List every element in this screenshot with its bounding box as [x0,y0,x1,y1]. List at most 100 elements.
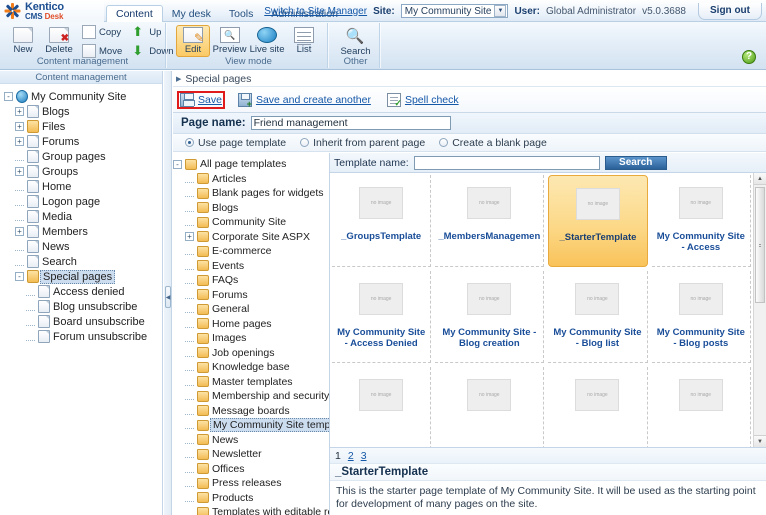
site-select[interactable]: My Community Site ▼ [400,4,509,18]
template-grid-item[interactable]: no image [435,367,545,447]
content-tree-item[interactable]: Group pages [4,149,162,164]
content-tree-item[interactable]: Logon page [4,194,162,209]
content-tree-item[interactable]: Board unsubscribe [4,314,162,329]
template-category-item[interactable]: Images [173,331,329,346]
delete-button[interactable]: ✖ Delete [42,25,76,57]
new-button[interactable]: New [6,25,40,57]
pagination-page-3[interactable]: 3 [361,450,367,462]
content-tree-item[interactable]: + Forums [4,134,162,149]
template-category-item[interactable]: Press releases [173,476,329,491]
preview-button[interactable]: Preview [212,25,247,57]
pane-splitter[interactable]: ◀ [164,71,172,515]
template-category-item[interactable]: Templates with editable regio [173,505,329,515]
template-category-item[interactable]: Products [173,491,329,506]
template-category-item[interactable]: Membership and security [173,389,329,404]
content-tree-item[interactable]: Home [4,179,162,194]
template-grid-item[interactable]: no image My Community Site - Access Denie… [332,271,432,363]
template-category-item[interactable]: Articles [173,172,329,187]
template-grid-item[interactable]: no image [332,367,432,447]
template-category-item[interactable]: Home pages [173,317,329,332]
template-name-input[interactable] [413,155,600,170]
template-grid-item[interactable]: no image [652,367,751,447]
content-tree-item[interactable]: Forum unsubscribe [4,329,162,344]
content-tree-item[interactable]: Media [4,209,162,224]
template-category-item[interactable]: General [173,302,329,317]
tab-my-desk[interactable]: My desk [163,5,220,22]
template-category-item[interactable]: Knowledge base [173,360,329,375]
scroll-down-arrow-icon[interactable]: ▼ [754,435,766,447]
content-tree-item[interactable]: News [4,239,162,254]
expand-icon[interactable]: + [15,107,24,116]
expand-icon[interactable]: + [15,167,24,176]
scroll-up-arrow-icon[interactable]: ▲ [754,173,766,185]
content-tree-item[interactable]: + Members [4,224,162,239]
search-button[interactable]: Search [338,25,373,57]
tree-connector [185,247,194,256]
template-category-item[interactable]: Message boards [173,404,329,419]
template-grid-item[interactable]: no image My Community Site - Blog list [548,271,648,363]
content-tree-item[interactable]: + Files [4,119,162,134]
tree-connector [185,305,194,314]
template-grid-item[interactable]: no image My Community Site - Blog posts [651,271,751,363]
template-category-item[interactable]: Master templates [173,375,329,390]
template-grid-item[interactable]: no image My Community Site - Access [651,175,751,267]
template-category-item[interactable]: Community Site [173,215,329,230]
scrollbar-thumb[interactable] [755,187,765,303]
radio-create-blank-page[interactable]: Create a blank page [439,137,547,149]
save-and-create-another-button[interactable]: Save and create another [235,91,374,109]
template-category-item[interactable]: Newsletter [173,447,329,462]
template-category-item[interactable]: Events [173,259,329,274]
template-category-item[interactable]: E-commerce [173,244,329,259]
list-button[interactable]: List [287,25,321,57]
content-tree-item-label: Home [42,180,72,193]
template-grid-item[interactable]: no image _MembersManagemen [435,175,545,267]
template-category-item[interactable]: - All page templates [173,157,329,172]
template-grid-item[interactable]: no image _StarterTemplate [548,175,648,267]
template-search-button[interactable]: Search [604,155,667,170]
save-button[interactable]: Save [177,90,225,109]
template-category-item[interactable]: FAQs [173,273,329,288]
template-grid-item[interactable]: no image [548,367,648,447]
sign-out-button[interactable]: Sign out [698,2,762,20]
template-category-item[interactable]: + Corporate Site ASPX [173,230,329,245]
radio-use-page-template[interactable]: Use page template [185,137,286,149]
edit-button[interactable]: Edit [176,25,210,57]
template-grid-scrollbar[interactable]: ▲ ▼ [753,173,766,447]
collapse-icon[interactable]: - [4,92,13,101]
template-category-item[interactable]: Offices [173,462,329,477]
template-category-item[interactable]: Blank pages for widgets [173,186,329,201]
template-category-item[interactable]: News [173,433,329,448]
switch-to-site-manager-link[interactable]: Switch to Site Manager [264,6,367,17]
content-tree-item[interactable]: + Groups [4,164,162,179]
content-tree-item[interactable]: Blog unsubscribe [4,299,162,314]
folder-icon [197,376,209,388]
copy-button[interactable]: Copy [78,23,126,41]
expand-icon[interactable]: + [15,137,24,146]
help-icon[interactable]: ? [742,50,756,64]
content-tree-item[interactable]: Search [4,254,162,269]
spell-check-button[interactable]: Spell check [384,91,462,109]
content-tree-item[interactable]: + Blogs [4,104,162,119]
content-tree-item[interactable]: - My Community Site [4,89,162,104]
collapse-icon[interactable]: - [15,272,24,281]
template-grid-item[interactable]: no image _GroupsTemplate [332,175,432,267]
template-category-item[interactable]: Blogs [173,201,329,216]
template-category-item[interactable]: My Community Site templates [173,418,329,433]
pagination-page-2[interactable]: 2 [348,450,354,462]
template-grid-item[interactable]: no image My Community Site - Blog creatio… [435,271,545,363]
live-site-button[interactable]: Live site [249,25,285,57]
content-tree-item[interactable]: Access denied [4,284,162,299]
template-category-item[interactable]: Forums [173,288,329,303]
expand-icon[interactable]: + [15,122,24,131]
splitter-handle[interactable]: ◀ [165,286,171,308]
tab-content[interactable]: Content [106,5,163,22]
content-tree-item[interactable]: - Special pages [4,269,162,284]
collapse-icon[interactable]: - [173,159,182,169]
template-category-item[interactable]: Job openings [173,346,329,361]
expand-icon[interactable]: + [15,227,24,236]
tab-tools[interactable]: Tools [220,5,263,22]
radio-inherit-from-parent[interactable]: Inherit from parent page [300,137,425,149]
expand-icon[interactable]: + [185,232,194,242]
page-name-input[interactable] [250,116,451,130]
folder-icon [197,477,209,489]
